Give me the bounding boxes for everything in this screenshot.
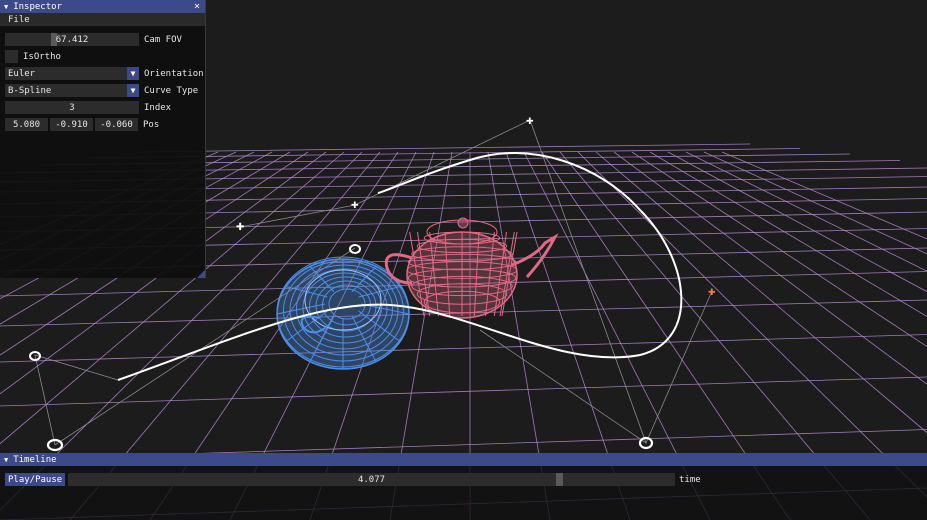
dropdown-arrow-icon[interactable]: ▼ (127, 67, 139, 80)
curve-type-value: B-Spline (8, 85, 52, 96)
teapot-wireframe (384, 217, 559, 319)
pos-y-value: -0.910 (55, 119, 88, 130)
inspector-title: Inspector (13, 1, 62, 12)
control-point-handle: ✚ (351, 201, 359, 211)
grid-line (139, 143, 751, 153)
inspector-titlebar[interactable]: ▼ Inspector × (0, 0, 205, 13)
pos-z-input[interactable]: -0.060 (95, 118, 138, 131)
control-point-handle: ✚ (236, 222, 244, 233)
pos-x-value: 5.080 (12, 119, 41, 130)
curve-type-combo[interactable]: B-Spline ▼ (5, 84, 139, 97)
menu-file[interactable]: File (8, 15, 30, 25)
control-point-handle: ✚ (526, 117, 534, 127)
pos-y-input[interactable]: -0.910 (50, 118, 93, 131)
orientation-value: Euler (8, 68, 36, 79)
selected-control-point: ✚ (708, 288, 716, 298)
index-row: 3 Index (5, 101, 171, 114)
index-value: 3 (69, 102, 75, 113)
grid-line (0, 334, 927, 363)
cam-fov-row: 67.412 Cam FOV (5, 33, 182, 46)
close-icon[interactable]: × (194, 1, 200, 12)
pos-x-input[interactable]: 5.080 (5, 118, 48, 131)
inspector-window[interactable]: ▼ Inspector × File 67.412 Cam FOV IsOrth… (0, 0, 206, 278)
is-ortho-label: IsOrtho (23, 51, 61, 62)
index-input[interactable]: 3 (5, 101, 139, 114)
is-ortho-row: IsOrtho (5, 50, 61, 63)
orientation-label: Orientation (144, 68, 204, 79)
collapse-arrow-icon[interactable]: ▼ (4, 3, 8, 11)
is-ortho-checkbox[interactable] (5, 50, 18, 63)
timeline-window[interactable]: ▼ Timeline Play/Pause 4.077 time (0, 453, 927, 520)
resize-grip[interactable] (197, 270, 205, 278)
grid-line (0, 376, 927, 407)
slider-grab[interactable] (556, 473, 563, 486)
curve-type-label: Curve Type (144, 85, 199, 96)
curve-type-row: B-Spline ▼ Curve Type (5, 84, 198, 97)
play-pause-button[interactable]: Play/Pause (5, 473, 66, 486)
orientation-combo[interactable]: Euler ▼ (5, 67, 139, 80)
collapse-arrow-icon[interactable]: ▼ (4, 456, 8, 464)
dropdown-arrow-icon[interactable]: ▼ (127, 84, 139, 97)
orientation-row: Euler ▼ Orientation (5, 67, 204, 80)
index-label: Index (144, 102, 172, 113)
timeline-title: Timeline (13, 454, 57, 465)
pos-row: 5.080 -0.910 -0.060 Pos (5, 118, 159, 131)
time-slider[interactable]: 4.077 (68, 473, 675, 486)
cam-fov-slider[interactable]: 67.412 (5, 33, 139, 46)
control-point-handle (349, 244, 361, 254)
time-label: time (679, 474, 701, 485)
cam-fov-value: 67.412 (55, 34, 89, 45)
time-value: 4.077 (357, 474, 386, 485)
cam-fov-label: Cam FOV (144, 34, 182, 45)
pos-label: Pos (143, 119, 160, 130)
menu-bar: File (0, 13, 205, 26)
pos-z-value: -0.060 (100, 119, 133, 130)
timeline-titlebar[interactable]: ▼ Timeline (0, 453, 927, 466)
